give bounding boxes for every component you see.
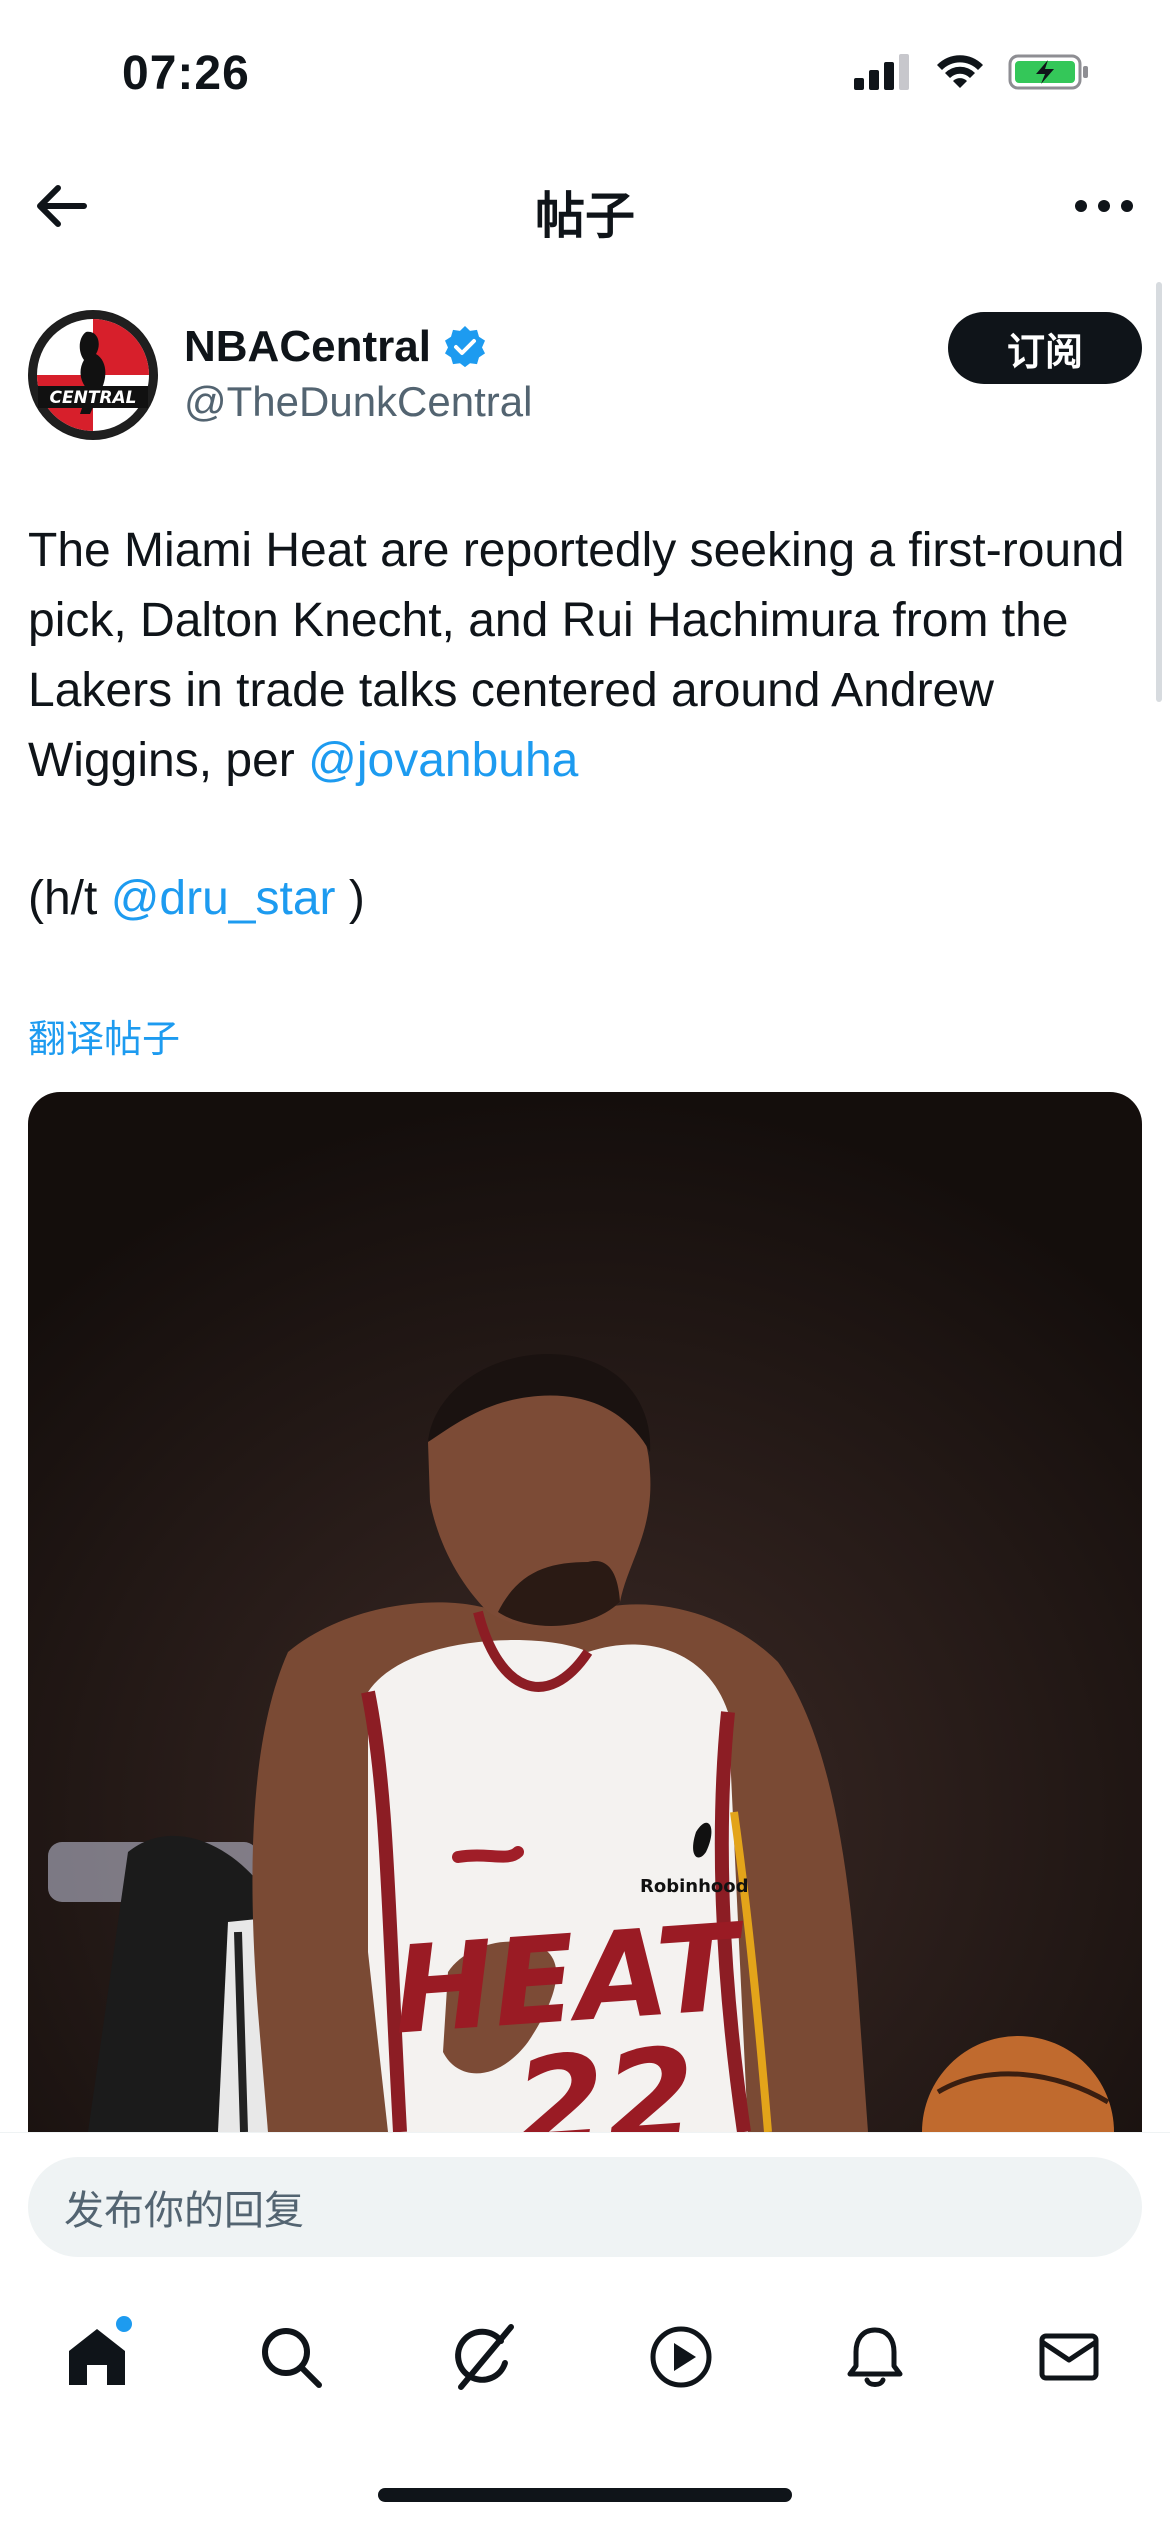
video-icon bbox=[650, 2326, 712, 2388]
page-title: 帖子 bbox=[535, 188, 635, 244]
navigation-bar: 帖子 bbox=[0, 150, 1170, 260]
tab-search[interactable] bbox=[246, 2312, 336, 2402]
post-author: CENTRAL NBACentral @TheDunkCentral 订阅 bbox=[28, 310, 1142, 440]
notification-dot bbox=[116, 2316, 132, 2332]
basketball-player-photo: HEAT 22 Robinhood bbox=[28, 1092, 1142, 2132]
mention-link[interactable]: @dru_star bbox=[111, 872, 336, 925]
author-name[interactable]: NBACentral bbox=[184, 322, 431, 372]
wifi-icon bbox=[937, 55, 983, 88]
post-body: The Miami Heat are reportedly seeking a … bbox=[28, 516, 1138, 796]
post-hat-tip: (h/t @dru_star ) bbox=[28, 864, 365, 934]
reply-input[interactable]: 发布你的回复 bbox=[28, 2157, 1142, 2257]
hat-tip-suffix: ) bbox=[335, 872, 365, 925]
tab-messages[interactable] bbox=[1024, 2312, 1114, 2402]
more-options-button[interactable] bbox=[1066, 174, 1142, 238]
author-name-row: NBACentral bbox=[184, 322, 487, 372]
more-icon bbox=[1075, 200, 1133, 212]
signal-icon bbox=[854, 54, 909, 90]
status-icons bbox=[854, 52, 1090, 92]
tab-home[interactable] bbox=[52, 2312, 142, 2402]
author-handle[interactable]: @TheDunkCentral bbox=[184, 378, 532, 426]
status-bar: 07:26 bbox=[0, 0, 1170, 150]
envelope-icon bbox=[1039, 2333, 1099, 2381]
scroll-indicator[interactable] bbox=[1156, 282, 1162, 702]
translate-post-link[interactable]: 翻译帖子 bbox=[28, 1008, 180, 1063]
mention-link[interactable]: @jovanbuha bbox=[308, 734, 578, 787]
tab-video[interactable] bbox=[636, 2312, 726, 2402]
subscribe-button[interactable]: 订阅 bbox=[948, 312, 1142, 384]
grok-icon bbox=[455, 2324, 514, 2390]
svg-text:22: 22 bbox=[510, 2019, 701, 2132]
avatar[interactable]: CENTRAL bbox=[28, 310, 158, 440]
bottom-tab-bar bbox=[0, 2282, 1170, 2432]
post-image[interactable]: HEAT 22 Robinhood bbox=[28, 1092, 1142, 2132]
svg-text:Robinhood: Robinhood bbox=[640, 1876, 749, 1897]
hat-tip-prefix: (h/t bbox=[28, 872, 111, 925]
battery-icon bbox=[1008, 54, 1088, 90]
tab-notifications[interactable] bbox=[830, 2312, 920, 2402]
home-icon bbox=[69, 2329, 125, 2385]
svg-text:CENTRAL: CENTRAL bbox=[50, 388, 137, 408]
verified-badge-icon bbox=[444, 325, 485, 368]
tab-grok[interactable] bbox=[440, 2312, 530, 2402]
bell-icon bbox=[847, 2327, 903, 2387]
home-indicator[interactable] bbox=[378, 2488, 792, 2502]
nbacentral-logo: CENTRAL bbox=[29, 311, 157, 439]
status-time: 07:26 bbox=[122, 47, 250, 100]
reply-area: 发布你的回复 bbox=[0, 2132, 1170, 2282]
search-icon bbox=[262, 2328, 322, 2388]
